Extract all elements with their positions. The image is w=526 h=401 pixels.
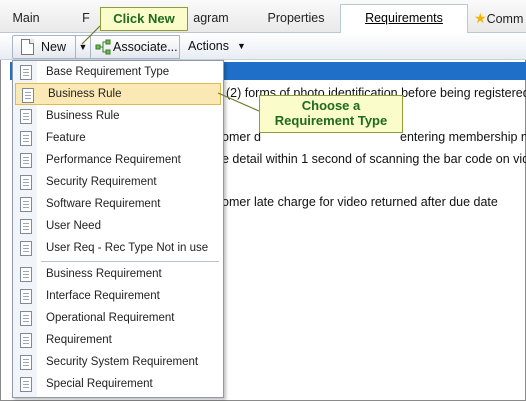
menu-item-label: Performance Requirement [46, 154, 181, 166]
chevron-down-icon: ▼ [237, 41, 246, 51]
actions-menu-button[interactable]: Actions ▼ [182, 35, 252, 57]
requirement-doc-icon [20, 219, 32, 234]
requirement-doc-icon [20, 131, 32, 146]
menu-item-label: Operational Requirement [46, 312, 175, 324]
callout-line-1: Choose a [301, 98, 361, 113]
menu-item[interactable]: Requirement [14, 329, 222, 351]
menu-item-label: Business Rule [46, 110, 120, 122]
requirement-doc-icon [20, 311, 32, 326]
requirement-doc-icon [20, 333, 32, 348]
choose-type-callout: Choose a Requirement Type [259, 95, 403, 133]
click-new-callout: Click New [100, 7, 188, 31]
menu-item[interactable]: Interface Requirement [14, 285, 222, 307]
requirement-doc-icon [20, 267, 32, 282]
menu-item[interactable]: Operational Requirement [14, 307, 222, 329]
requirement-doc-icon [20, 65, 32, 80]
associate-button[interactable]: Associate... [90, 35, 180, 59]
menu-item[interactable]: Performance Requirement [14, 149, 222, 171]
menu-item[interactable]: User Req - Rec Type Not in use [14, 237, 222, 259]
tab-bar: Main F agram Properties Requirements ★Co… [0, 0, 526, 34]
menu-item-label: Security Requirement [46, 176, 157, 188]
row-text: omer late charge for video returned afte… [222, 195, 498, 209]
tab-f[interactable]: F [76, 6, 96, 32]
requirement-doc-icon [20, 289, 32, 304]
requirement-type-menu: Base Requirement Type Business Rule Busi… [12, 60, 224, 398]
menu-item-selected[interactable]: Business Rule [15, 83, 221, 105]
document-icon [21, 39, 34, 55]
requirement-doc-icon [20, 241, 32, 256]
tab-requirements[interactable]: Requirements [340, 4, 468, 34]
menu-item-label: Software Requirement [46, 198, 161, 210]
menu-item[interactable]: Feature [14, 127, 222, 149]
tab-comments-label: Comm [486, 12, 524, 26]
menu-item[interactable]: Base Requirement Type [14, 61, 222, 83]
row-text: e detail within 1 second of scanning the… [222, 152, 526, 166]
associate-button-label: Associate... [113, 40, 178, 54]
star-icon: ★ [474, 10, 487, 26]
menu-item[interactable]: Business Requirement [14, 263, 222, 285]
requirement-doc-icon [20, 355, 32, 370]
menu-item[interactable]: User Need [14, 215, 222, 237]
requirement-doc-icon [20, 175, 32, 190]
menu-item[interactable]: Software Requirement [14, 193, 222, 215]
menu-item-label: User Req - Rec Type Not in use [46, 242, 209, 254]
requirement-doc-icon [20, 377, 32, 392]
menu-item-label: Business Rule [48, 88, 122, 100]
menu-item-label: Special Requirement [46, 378, 153, 390]
new-button[interactable]: New [12, 35, 76, 59]
tab-comments[interactable]: ★Comm [474, 6, 526, 32]
menu-item[interactable]: Special Requirement [14, 373, 222, 395]
actions-label: Actions [188, 39, 229, 53]
menu-item-label: User Need [46, 220, 101, 232]
menu-item-label: Business Requirement [46, 268, 162, 280]
new-button-label: New [41, 40, 67, 54]
callout-line-2: Requirement Type [274, 113, 388, 128]
requirement-doc-icon [22, 88, 34, 103]
menu-item-label: Security System Requirement [46, 356, 199, 368]
requirement-doc-icon [20, 153, 32, 168]
tab-diagram[interactable]: agram [186, 6, 236, 32]
menu-item-label: Feature [46, 132, 86, 144]
menu-item-label: Base Requirement Type [46, 66, 170, 78]
menu-item-label: Interface Requirement [46, 290, 160, 302]
toolbar: New ▼ Associate... Actions ▼ [0, 33, 526, 60]
new-dropdown-arrow[interactable]: ▼ [75, 35, 91, 59]
associate-icon [95, 39, 111, 55]
tab-properties[interactable]: Properties [258, 6, 334, 32]
row-text: omer d [222, 130, 261, 144]
tab-main[interactable]: Main [0, 6, 52, 32]
requirement-doc-icon [20, 197, 32, 212]
menu-item[interactable]: Security Requirement [14, 171, 222, 193]
menu-item[interactable]: Security System Requirement [14, 351, 222, 373]
menu-item[interactable]: Business Rule [14, 105, 222, 127]
menu-item-label: Requirement [46, 334, 112, 346]
row-text: entering membership n [400, 130, 526, 144]
menu-separator [41, 261, 219, 262]
requirement-doc-icon [20, 109, 32, 124]
